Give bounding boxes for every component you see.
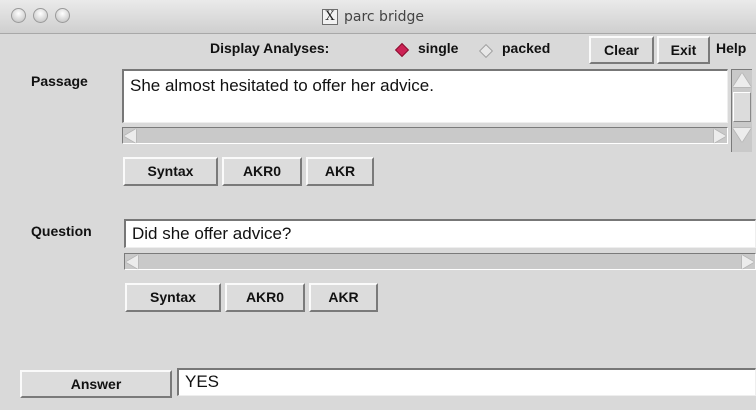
passage-akr0-button[interactable]: AKR0 — [222, 157, 302, 186]
question-syntax-button[interactable]: Syntax — [125, 283, 221, 312]
close-window-button[interactable] — [11, 8, 26, 23]
question-horizontal-scrollbar[interactable] — [124, 253, 756, 270]
passage-vertical-scrollbar[interactable] — [731, 69, 752, 152]
passage-label: Passage — [31, 73, 88, 89]
radio-single-label[interactable]: single — [418, 40, 458, 56]
passage-akr-button[interactable]: AKR — [306, 157, 374, 186]
passage-horizontal-scrollbar[interactable] — [122, 127, 728, 144]
scroll-left-icon[interactable] — [126, 255, 138, 269]
zoom-window-button[interactable] — [55, 8, 70, 23]
passage-syntax-button[interactable]: Syntax — [123, 157, 218, 186]
title-bar: X parc bridge — [0, 0, 756, 34]
scroll-right-icon[interactable] — [714, 129, 726, 143]
answer-output: YES — [177, 368, 756, 396]
scroll-down-icon[interactable] — [733, 128, 751, 142]
question-input[interactable]: Did she offer advice? — [124, 219, 756, 248]
vertical-scroll-thumb[interactable] — [733, 92, 751, 122]
app-window: X parc bridge Display Analyses: single p… — [0, 0, 756, 410]
question-akr0-button[interactable]: AKR0 — [225, 283, 305, 312]
scroll-right-icon[interactable] — [742, 255, 754, 269]
radio-packed-label[interactable]: packed — [502, 40, 550, 56]
scroll-left-icon[interactable] — [124, 129, 136, 143]
minimize-window-button[interactable] — [33, 8, 48, 23]
x11-app-icon: X — [322, 9, 338, 25]
question-label: Question — [31, 223, 92, 239]
answer-button[interactable]: Answer — [20, 370, 172, 398]
clear-button[interactable]: Clear — [589, 36, 654, 64]
display-analyses-label: Display Analyses: — [210, 40, 330, 56]
window-title-text: parc bridge — [344, 9, 424, 25]
passage-input[interactable]: She almost hesitated to offer her advice… — [122, 69, 728, 123]
radio-packed[interactable] — [478, 43, 494, 59]
scroll-up-icon[interactable] — [733, 73, 751, 87]
help-button[interactable]: Help — [716, 40, 746, 56]
radio-single[interactable] — [394, 42, 410, 58]
question-akr-button[interactable]: AKR — [309, 283, 378, 312]
exit-button[interactable]: Exit — [657, 36, 710, 64]
window-title: X parc bridge — [322, 7, 424, 27]
